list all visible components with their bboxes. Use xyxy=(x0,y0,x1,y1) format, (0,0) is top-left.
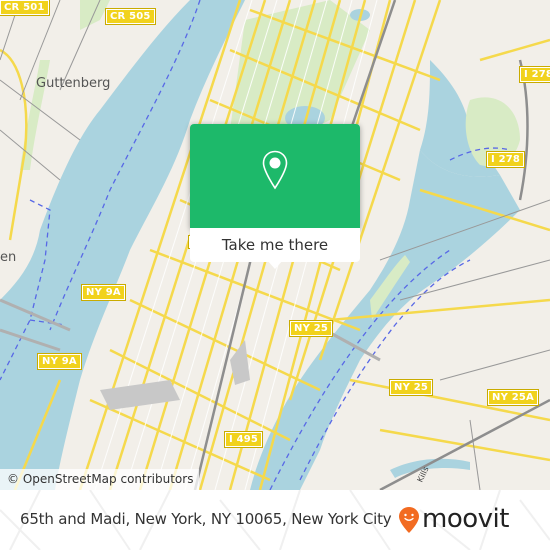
moovit-wordmark: moovit xyxy=(422,504,509,534)
route-shield-ny-25a: NY 25A xyxy=(487,389,539,406)
route-shield-ny-25-west: NY 25 xyxy=(288,320,334,337)
popup-header xyxy=(190,124,360,228)
route-shield-cr-501: CR 501 xyxy=(0,0,50,16)
route-shield-cr-505: CR 505 xyxy=(105,8,156,25)
place-label-partial: en xyxy=(0,250,17,265)
moovit-logo[interactable]: moovit xyxy=(398,500,509,540)
route-shield-i-278-north: I 278 xyxy=(518,66,550,83)
map-attribution[interactable]: © OpenStreetMap contributors xyxy=(0,469,200,490)
destination-popup: Take me there xyxy=(190,124,360,269)
destination-address: 65th and Madi, New York, NY 10065, New Y… xyxy=(20,510,392,528)
footer-bar: 65th and Madi, New York, NY 10065, New Y… xyxy=(0,490,550,550)
route-shield-ny-25-east: NY 25 xyxy=(388,379,434,396)
map-view[interactable]: Guttenberg en Kills CR 501 CR 505 I 278 … xyxy=(0,0,550,490)
route-shield-ny-9a-north: NY 9A xyxy=(81,284,126,301)
route-shield-i-495: I 495 xyxy=(223,431,264,448)
map-pin-icon xyxy=(262,150,288,190)
route-shield-ny-9a-south: NY 9A xyxy=(37,353,82,370)
take-me-there-button[interactable]: Take me there xyxy=(190,228,360,262)
popup-pointer xyxy=(267,260,283,269)
route-shield-i-278-south: I 278 xyxy=(485,151,526,168)
moovit-smiley-pin-icon xyxy=(399,507,419,533)
place-label-guttenberg: Guttenberg xyxy=(36,76,111,91)
